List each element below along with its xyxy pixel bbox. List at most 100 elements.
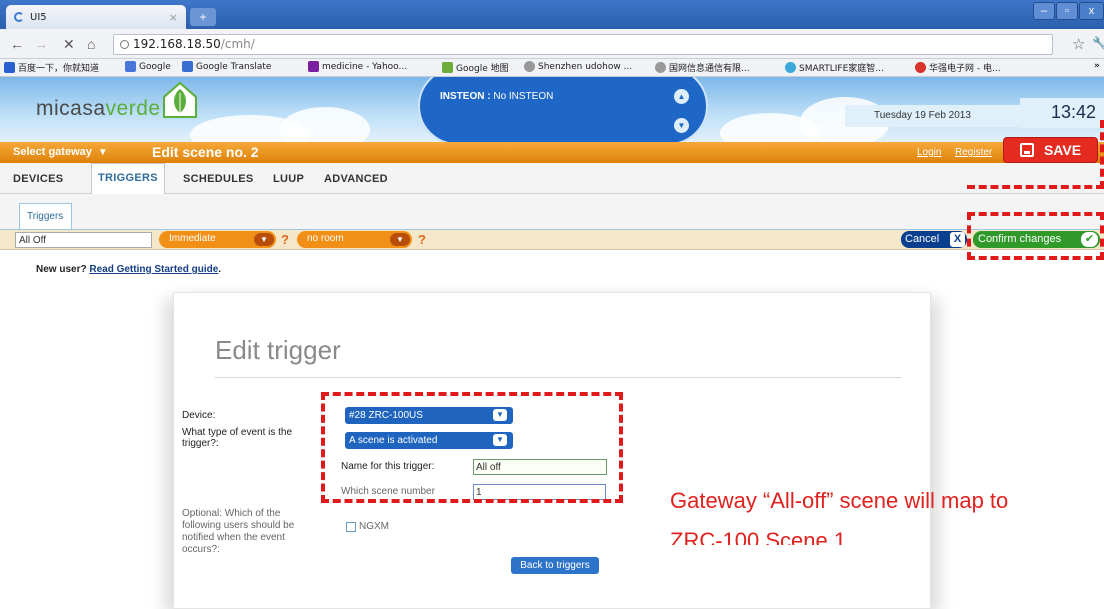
baidu-icon (4, 62, 15, 73)
close-icon: X (950, 232, 965, 247)
house-leaf-icon (163, 81, 197, 118)
notify-label: following users should be (182, 520, 295, 531)
annotation-text: Gateway “All-off” scene will map to ZRC-… (670, 488, 1009, 545)
google-icon (125, 61, 136, 72)
bookmarks-bar: 百度一下，你就知道 Google Google Translate medici… (0, 59, 1104, 77)
scroll-up-icon[interactable]: ▲ (674, 89, 689, 104)
back-arrow-icon[interactable]: ← (10, 36, 24, 52)
huaqiang-icon (915, 62, 926, 73)
getting-started-link[interactable]: Read Getting Started guide (89, 264, 218, 275)
globe-icon (524, 61, 535, 72)
yahoo-icon (308, 61, 319, 72)
cancel-button[interactable]: Cancel X (901, 231, 967, 248)
tab-luup[interactable]: LUUP (273, 173, 304, 185)
bookmark-item[interactable]: 百度一下，你就知道 (4, 61, 99, 74)
chevron-down-icon: ▼ (97, 147, 108, 158)
cloud-decoration (280, 107, 370, 142)
subtab-triggers[interactable]: Triggers (19, 203, 72, 229)
bookmark-item[interactable]: Google (125, 61, 171, 72)
smartlife-icon (785, 62, 796, 73)
notify-label: notified when the event (182, 532, 285, 543)
register-link[interactable]: Register (955, 147, 992, 158)
app-header: micasaverde INSTEON : No INSTEON ▲ ▼ Tue… (0, 77, 1104, 142)
device-dropdown[interactable]: #28 ZRC-100US ▼ (345, 407, 513, 424)
tab-triggers[interactable]: TRIGGERS (91, 163, 165, 194)
chevron-down-icon: ▼ (493, 434, 507, 446)
new-user-notice: New user? Read Getting Started guide. (36, 264, 222, 275)
back-to-triggers-button[interactable]: Back to triggers (511, 557, 599, 574)
new-tab-button[interactable]: + (190, 8, 216, 26)
user-label: NGXM (359, 521, 389, 532)
url-path: /cmh/ (220, 37, 255, 51)
tab-title: UI5 (30, 11, 47, 23)
tab-schedules[interactable]: SCHEDULES (183, 173, 254, 185)
minimize-button[interactable]: – (1033, 2, 1055, 20)
trigger-name-label: Name for this trigger: (341, 461, 435, 472)
bookmark-item[interactable]: Google Translate (182, 61, 271, 72)
browser-titlebar: UI5 × + – ▫ x (0, 0, 1104, 29)
user-checkbox[interactable] (346, 522, 356, 532)
scene-title: Edit scene no. 2 (152, 144, 259, 160)
confirm-changes-button[interactable]: Confirm changes ✔ (973, 231, 1100, 248)
address-bar-row: ← → ✕ ⌂ 192.168.18.50/cmh/ ☆ 🔧 (0, 29, 1104, 59)
url-host: 192.168.18.50 (133, 37, 221, 51)
device-label: Device: (182, 410, 216, 421)
bookmark-item[interactable]: 国网信息通信有限... (655, 61, 750, 74)
bookmark-item[interactable]: Shenzhen udohow ... (524, 61, 632, 72)
tab-devices[interactable]: DEVICES (13, 173, 63, 185)
save-button[interactable]: SAVE (1003, 137, 1098, 163)
bookmark-star-icon[interactable]: ☆ (1072, 35, 1085, 53)
panel-title: Edit trigger (215, 335, 341, 365)
divider (215, 377, 901, 378)
bookmark-item[interactable]: Google 地图 (442, 61, 509, 74)
scene-number-label: Which scene number (341, 486, 435, 497)
trigger-toolbar: Immediate ▼ ? no room ▼ ? Cancel X Confi… (0, 230, 1104, 250)
chevron-down-icon: ▼ (493, 409, 507, 421)
room-dropdown[interactable]: no room ▼ (297, 231, 412, 248)
forward-arrow-icon[interactable]: → (34, 36, 48, 52)
date-text: Tuesday 19 Feb 2013 (874, 110, 971, 121)
mode-dropdown[interactable]: Immediate ▼ (159, 231, 276, 248)
insteon-panel: INSTEON : No INSTEON ▲ ▼ (418, 77, 708, 142)
clock: 13:42 (1020, 98, 1104, 128)
main-tabs: DEVICES TRIGGERS SCHEDULES LUUP ADVANCED (0, 163, 1104, 194)
trigger-name-field[interactable] (473, 459, 607, 475)
trigger-name-input[interactable] (15, 232, 152, 248)
event-type-label: What type of event is the (182, 427, 293, 438)
insteon-status: INSTEON : No INSTEON (440, 91, 554, 102)
home-icon[interactable]: ⌂ (87, 36, 95, 52)
close-tab-icon[interactable]: × (169, 11, 178, 24)
logo: micasaverde (36, 97, 161, 120)
event-type-dropdown[interactable]: A scene is activated ▼ (345, 432, 513, 449)
bookmark-item[interactable]: medicine - Yahoo... (308, 61, 407, 72)
sub-tabs: Triggers (0, 194, 1104, 230)
chevron-down-icon: ▼ (254, 233, 274, 246)
scene-bar: Select gateway ▼ Edit scene no. 2 Login R… (0, 142, 1104, 163)
floppy-disk-icon (1019, 143, 1034, 157)
maximize-button[interactable]: ▫ (1056, 2, 1078, 20)
tab-advanced[interactable]: ADVANCED (324, 173, 388, 185)
checkmark-icon: ✔ (1081, 232, 1098, 247)
edit-trigger-panel: Edit trigger Device: #28 ZRC-100US ▼ Wha… (173, 292, 931, 609)
notify-label: occurs?: (182, 544, 220, 555)
globe-icon (120, 40, 129, 49)
stop-icon[interactable]: ✕ (63, 36, 75, 53)
login-link[interactable]: Login (917, 147, 941, 158)
scene-number-field[interactable] (473, 484, 606, 500)
wrench-icon[interactable]: 🔧 (1092, 36, 1104, 50)
bookmark-item[interactable]: 华强电子网 - 电... (915, 61, 1001, 74)
help-icon[interactable]: ? (281, 232, 289, 247)
page: micasaverde INSTEON : No INSTEON ▲ ▼ Tue… (0, 77, 1104, 609)
maps-icon (442, 62, 453, 73)
loading-icon (14, 12, 24, 22)
bookmarks-overflow-icon[interactable]: » (1094, 61, 1100, 71)
help-icon[interactable]: ? (418, 232, 426, 247)
bookmark-item[interactable]: SMARTLIFE家庭智... (785, 61, 884, 74)
globe-icon (655, 62, 666, 73)
window-close-button[interactable]: x (1079, 2, 1104, 20)
browser-tab[interactable]: UI5 × (6, 5, 186, 29)
url-input[interactable]: 192.168.18.50/cmh/ (113, 34, 1053, 55)
scroll-down-icon[interactable]: ▼ (674, 118, 689, 133)
select-gateway-dropdown[interactable]: Select gateway ▼ (13, 146, 108, 158)
translate-icon (182, 61, 193, 72)
